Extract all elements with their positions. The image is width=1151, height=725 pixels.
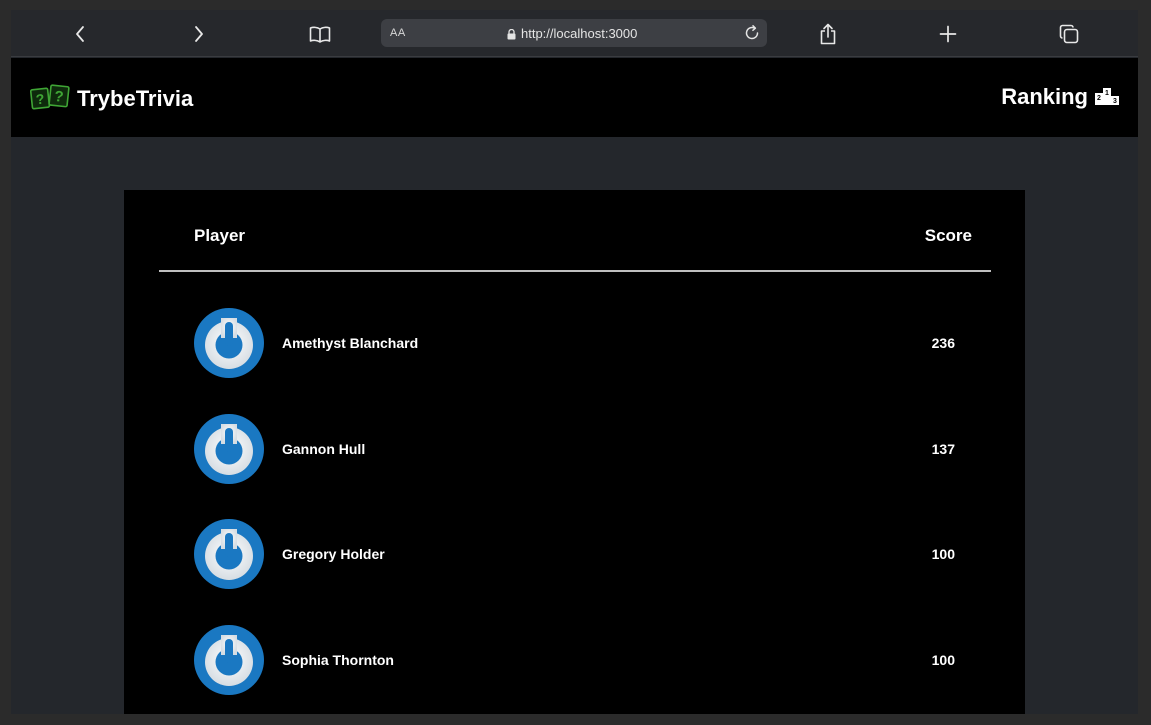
plus-icon <box>939 25 957 43</box>
player-avatar <box>194 519 264 589</box>
svg-text:?: ? <box>53 88 64 106</box>
power-avatar-icon <box>194 625 264 695</box>
browser-toolbar: AA http://localhost:3000 <box>11 10 1138 57</box>
url-text: http://localhost:3000 <box>521 26 638 41</box>
ranking-row: Gregory Holder 100 <box>124 519 1025 589</box>
reader-text-size-button[interactable]: AA <box>390 27 406 39</box>
player-name: Gannon Hull <box>282 441 366 457</box>
player-column-header: Player <box>194 226 246 245</box>
podium-icon: 1 2 3 <box>1094 84 1120 111</box>
player-score: 100 <box>931 652 955 668</box>
ranking-table: Player Score Amethyst Blanchard 236 Gann… <box>124 190 1025 714</box>
brand-title[interactable]: TrybeTrivia <box>77 86 193 112</box>
page-title: Ranking <box>1001 84 1088 109</box>
reader-button[interactable] <box>308 22 332 46</box>
tabs-overview-button[interactable] <box>1057 22 1081 46</box>
question-cards-icon: ? ? <box>29 84 72 115</box>
chevron-right-icon <box>195 26 203 42</box>
player-score: 236 <box>931 335 955 351</box>
svg-text:2: 2 <box>1097 95 1101 102</box>
power-avatar-icon <box>194 308 264 378</box>
player-name: Gregory Holder <box>282 546 385 562</box>
player-avatar <box>194 308 264 378</box>
app-header: ? ? TrybeTrivia Ranking 1 2 3 <box>11 58 1138 137</box>
player-avatar <box>194 414 264 484</box>
player-name: Sophia Thornton <box>282 652 394 668</box>
share-icon <box>820 23 836 45</box>
player-avatar <box>194 625 264 695</box>
ranking-row: Amethyst Blanchard 236 <box>124 308 1025 378</box>
share-button[interactable] <box>816 22 840 46</box>
ranking-row: Sophia Thornton 100 <box>124 625 1025 695</box>
header-divider <box>159 270 991 272</box>
tabs-icon <box>1059 24 1079 44</box>
book-icon <box>309 26 331 43</box>
reload-icon[interactable] <box>743 24 761 47</box>
score-column-header: Score <box>924 226 972 245</box>
ranking-row: Gannon Hull 137 <box>124 414 1025 484</box>
chevron-left-icon <box>76 26 84 42</box>
browser-window: AA http://localhost:3000 ? ? TrybeTrivia… <box>11 10 1138 714</box>
player-name: Amethyst Blanchard <box>282 335 419 351</box>
lock-icon <box>507 27 516 45</box>
address-bar[interactable]: AA http://localhost:3000 <box>381 19 767 47</box>
power-avatar-icon <box>194 414 264 484</box>
back-button[interactable] <box>68 22 92 46</box>
svg-text:3: 3 <box>1113 98 1117 105</box>
player-score: 137 <box>931 441 955 457</box>
forward-button[interactable] <box>187 22 211 46</box>
svg-text:1: 1 <box>1105 90 1109 97</box>
new-tab-button[interactable] <box>936 22 960 46</box>
power-avatar-icon <box>194 519 264 589</box>
svg-text:?: ? <box>35 91 45 108</box>
player-score: 100 <box>931 546 955 562</box>
